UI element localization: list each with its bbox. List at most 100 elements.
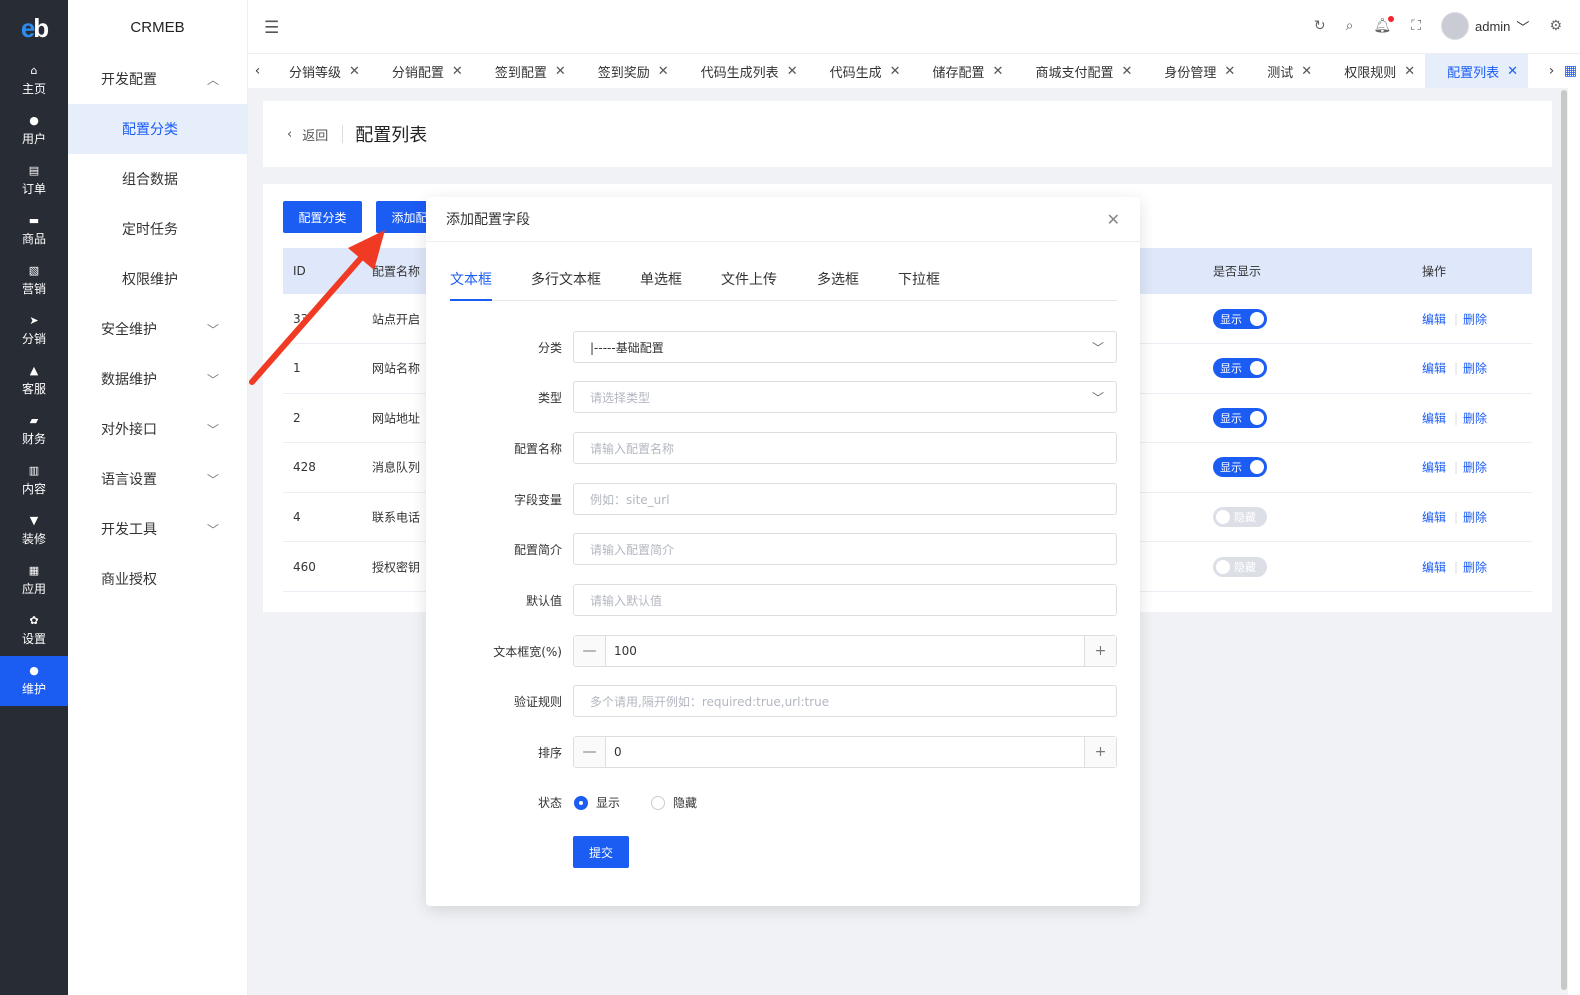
- close-icon[interactable]: ✕: [1121, 64, 1132, 79]
- show-toggle[interactable]: 显示: [1213, 407, 1267, 428]
- tab-item[interactable]: 商城支付配置 ✕: [1013, 54, 1142, 88]
- menu-toggle-icon[interactable]: ☰: [264, 18, 279, 38]
- close-icon[interactable]: ✕: [658, 64, 669, 79]
- tab-text[interactable]: 文本框: [450, 269, 492, 301]
- edit-link[interactable]: 编辑: [1422, 508, 1446, 525]
- tabs-menu-icon[interactable]: ▦: [1561, 63, 1580, 79]
- close-icon[interactable]: ✕: [1224, 64, 1235, 79]
- rail-item-4[interactable]: ▧ 营销: [0, 256, 68, 306]
- tab-item[interactable]: 权限规则 ✕: [1322, 54, 1425, 88]
- rail-item-1[interactable]: ● 用户: [0, 106, 68, 156]
- scrollbar-thumb[interactable]: [1561, 90, 1567, 990]
- status-show-radio[interactable]: 显示: [574, 794, 620, 811]
- menu-group-devtools[interactable]: 开发工具 ﹀: [68, 504, 247, 554]
- delete-link[interactable]: 删除: [1463, 310, 1487, 327]
- user-menu[interactable]: admin ﹀: [1441, 12, 1529, 40]
- edit-link[interactable]: 编辑: [1422, 558, 1446, 575]
- menu-item-scheduled-tasks[interactable]: 定时任务: [68, 204, 247, 254]
- show-toggle[interactable]: 隐藏: [1213, 506, 1267, 527]
- plus-icon[interactable]: +: [1084, 636, 1116, 666]
- fullscreen-icon[interactable]: ⛶: [1411, 18, 1421, 34]
- rail-item-6[interactable]: ▲ 客服: [0, 356, 68, 406]
- search-icon[interactable]: ⌕: [1346, 18, 1354, 34]
- width-value[interactable]: 100: [614, 644, 637, 658]
- delete-link[interactable]: 删除: [1463, 459, 1487, 476]
- menu-group-api[interactable]: 对外接口 ﹀: [68, 404, 247, 454]
- config-name-input[interactable]: 请输入配置名称: [573, 432, 1117, 464]
- tab-item[interactable]: 身份管理 ✕: [1142, 54, 1245, 88]
- delete-link[interactable]: 删除: [1463, 360, 1487, 377]
- tab-item[interactable]: 分销等级 ✕: [267, 54, 370, 88]
- edit-link[interactable]: 编辑: [1422, 360, 1446, 377]
- tab-item[interactable]: 测试 ✕: [1245, 54, 1322, 88]
- delete-link[interactable]: 删除: [1463, 409, 1487, 426]
- close-icon[interactable]: ✕: [555, 64, 566, 79]
- show-toggle[interactable]: 显示: [1213, 308, 1267, 329]
- tab-item[interactable]: 签到配置 ✕: [473, 54, 576, 88]
- tabs-scroll-left-icon[interactable]: ‹: [248, 63, 267, 79]
- close-icon[interactable]: ✕: [1107, 210, 1120, 229]
- close-icon[interactable]: ✕: [452, 64, 463, 79]
- rail-item-3[interactable]: ▬ 商品: [0, 206, 68, 256]
- close-icon[interactable]: ✕: [1301, 64, 1312, 79]
- rail-item-10[interactable]: ▦ 应用: [0, 556, 68, 606]
- refresh-icon[interactable]: ↻: [1314, 18, 1326, 34]
- status-hide-radio[interactable]: 隐藏: [651, 794, 697, 811]
- tab-checkbox[interactable]: 多选框: [817, 269, 859, 301]
- rail-item-0[interactable]: ⌂ 主页: [0, 56, 68, 106]
- tab-item[interactable]: 储存配置 ✕: [911, 54, 1014, 88]
- field-var-input[interactable]: 例如：site_url: [573, 483, 1117, 515]
- default-value-input[interactable]: 请输入默认值: [573, 584, 1117, 616]
- close-icon[interactable]: ✕: [349, 64, 360, 79]
- category-select[interactable]: |-----基础配置 ﹀: [573, 331, 1117, 363]
- tabs-scroll-right-icon[interactable]: ›: [1542, 63, 1561, 79]
- tab-radio[interactable]: 单选框: [640, 269, 682, 301]
- show-toggle[interactable]: 显示: [1213, 457, 1267, 478]
- tab-item[interactable]: 代码生成列表 ✕: [679, 54, 808, 88]
- sort-value[interactable]: 0: [614, 745, 622, 759]
- edit-link[interactable]: 编辑: [1422, 459, 1446, 476]
- tab-item[interactable]: 代码生成 ✕: [808, 54, 911, 88]
- menu-item-config-category[interactable]: 配置分类: [68, 104, 247, 154]
- tab-upload[interactable]: 文件上传: [721, 269, 777, 301]
- menu-item-license[interactable]: 商业授权: [68, 554, 247, 604]
- config-desc-input[interactable]: 请输入配置简介: [573, 533, 1117, 565]
- menu-item-group-data[interactable]: 组合数据: [68, 154, 247, 204]
- menu-group-dev[interactable]: 开发配置 ︿: [68, 54, 247, 104]
- show-toggle[interactable]: 显示: [1213, 358, 1267, 379]
- gear-icon[interactable]: ⚙: [1549, 18, 1562, 34]
- tab-select[interactable]: 下拉框: [898, 269, 940, 301]
- rail-item-8[interactable]: ▥ 内容: [0, 456, 68, 506]
- show-toggle[interactable]: 隐藏: [1213, 556, 1267, 577]
- rail-item-11[interactable]: ✿ 设置: [0, 606, 68, 656]
- rail-item-7[interactable]: ▰ 财务: [0, 406, 68, 456]
- close-icon[interactable]: ✕: [1404, 64, 1415, 79]
- scrollbar[interactable]: [1560, 88, 1568, 995]
- menu-group-data[interactable]: 数据维护 ﹀: [68, 354, 247, 404]
- menu-group-language[interactable]: 语言设置 ﹀: [68, 454, 247, 504]
- back-button[interactable]: ‹ 返回: [287, 125, 344, 144]
- close-icon[interactable]: ✕: [993, 64, 1004, 79]
- tab-textarea[interactable]: 多行文本框: [531, 269, 601, 301]
- config-category-button[interactable]: 配置分类: [283, 201, 362, 233]
- tab-item[interactable]: 配置列表 ✕: [1425, 54, 1529, 88]
- close-icon[interactable]: ✕: [1507, 64, 1518, 79]
- tab-item[interactable]: 分销配置 ✕: [370, 54, 473, 88]
- notification-icon[interactable]: 🔔︎: [1373, 16, 1395, 34]
- submit-button[interactable]: 提交: [573, 836, 629, 868]
- delete-link[interactable]: 删除: [1463, 508, 1487, 525]
- menu-item-permission[interactable]: 权限维护: [68, 254, 247, 304]
- close-icon[interactable]: ✕: [787, 64, 798, 79]
- plus-icon[interactable]: +: [1084, 737, 1116, 767]
- type-select[interactable]: 请选择类型 ﹀: [573, 381, 1117, 413]
- edit-link[interactable]: 编辑: [1422, 310, 1446, 327]
- rail-item-9[interactable]: ▼ 装修: [0, 506, 68, 556]
- tab-item[interactable]: 签到奖励 ✕: [576, 54, 679, 88]
- minus-icon[interactable]: —: [574, 636, 606, 666]
- minus-icon[interactable]: —: [574, 737, 606, 767]
- menu-group-security[interactable]: 安全维护 ﹀: [68, 304, 247, 354]
- edit-link[interactable]: 编辑: [1422, 409, 1446, 426]
- rail-item-12[interactable]: ● 维护: [0, 656, 68, 706]
- rail-item-5[interactable]: ➤ 分销: [0, 306, 68, 356]
- delete-link[interactable]: 删除: [1463, 558, 1487, 575]
